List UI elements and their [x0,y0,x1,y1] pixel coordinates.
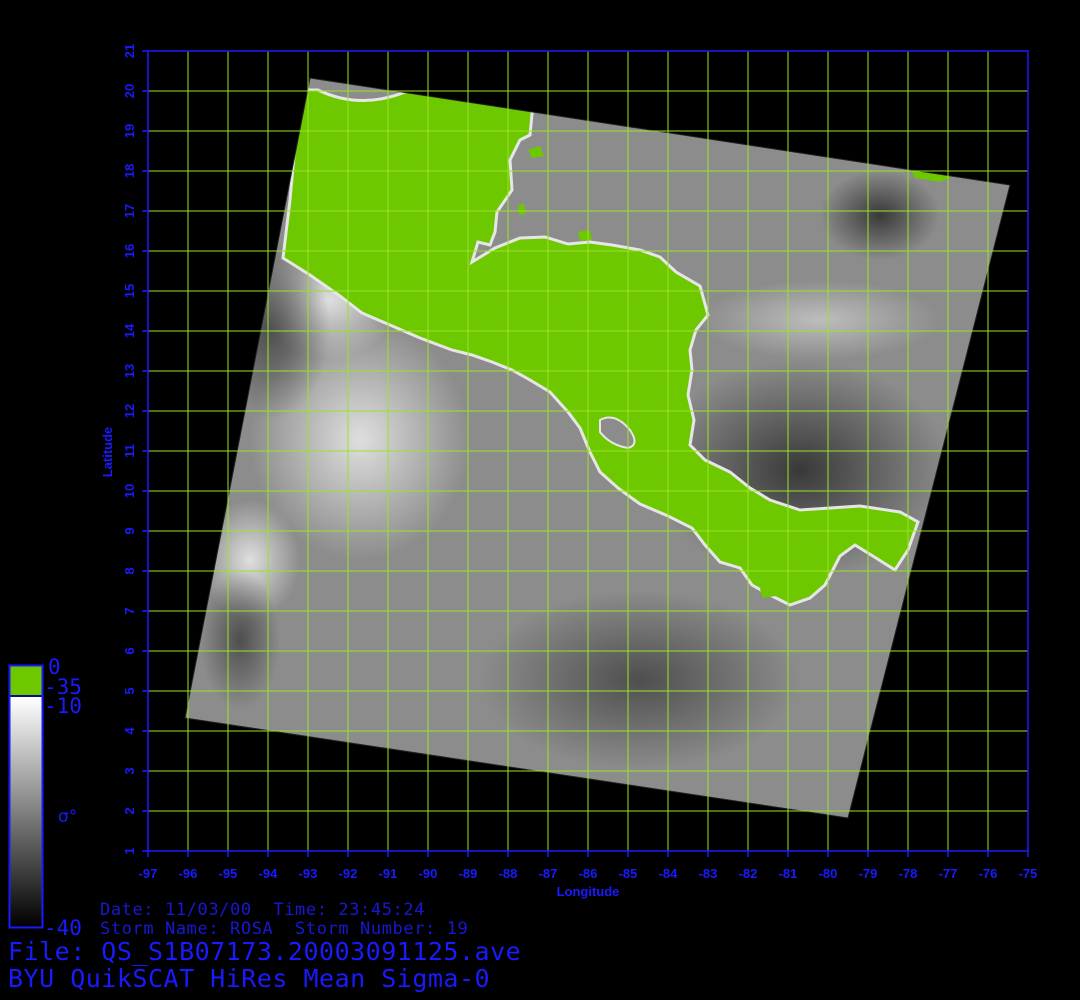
x-tick-label: -88 [499,866,518,881]
colorbar-land-segment [10,666,42,695]
y-axis-label: Latitude [100,427,115,478]
y-tick-label: 8 [122,567,137,574]
date-time-line: Date: 11/03/00 Time: 23:45:24 [100,900,426,920]
y-tick-label: 9 [122,527,137,534]
x-tick-label: -95 [219,866,238,881]
x-tick-label: -75 [1019,866,1038,881]
y-tick-label: 3 [122,767,137,774]
dark-calm-region [820,170,940,260]
y-tick-label: 21 [122,44,137,58]
x-axis-label: Longitude [557,884,620,899]
y-tick-label: 19 [122,124,137,138]
x-tick-label: -93 [299,866,318,881]
x-tick-label: -85 [619,866,638,881]
lat-lon-grid [147,50,1029,852]
storm-info-line: Storm Name: ROSA Storm Number: 19 [100,919,469,939]
x-tick-label: -87 [539,866,558,881]
y-tick-label: 17 [122,204,137,218]
x-tick-label: -81 [779,866,798,881]
x-tick-label: -90 [419,866,438,881]
x-tick-label: -82 [739,866,758,881]
y-tick-label: 4 [122,727,137,735]
y-tick-label: 14 [122,323,137,338]
x-tick-label: -79 [859,866,878,881]
x-tick-label: -80 [819,866,838,881]
y-tick-label: 20 [122,84,137,98]
x-tick-label: -92 [339,866,358,881]
y-tick-label: 16 [122,244,137,258]
x-tick-label: -83 [699,866,718,881]
y-tick-label: 10 [122,484,137,498]
y-tick-label: 15 [122,284,137,298]
y-tick-label: 1 [122,847,137,854]
y-tick-label: 7 [122,607,137,614]
x-tick-label: -84 [659,866,679,881]
y-tick-label: 13 [122,364,137,378]
colorbar-symbol: σ° [58,807,77,827]
x-tick-label: -94 [259,866,279,881]
file-name-line: File: QS_S1B07173.20003091125.ave [8,937,522,966]
colorbar: 0 -35 -10 -40 σ° [8,655,82,940]
y-tick-label: 11 [122,444,137,458]
x-tick-label: -86 [579,866,598,881]
swath-image [184,77,1011,819]
dark-calm-region [480,590,800,770]
y-tick-label: 5 [122,687,137,694]
sigma0-map: -97 -96 -95 -94 -93 -92 -91 -90 -89 -88 -87 -86 -85 -… [8,44,1038,940]
x-tick-label: -91 [379,866,398,881]
x-tick-label: -76 [979,866,998,881]
colorbar-label-max: -10 [44,694,82,718]
x-tick-label: -89 [459,866,478,881]
y-tick-label: 6 [122,647,137,654]
x-tick-label: -97 [139,866,158,881]
bright-wind-region [700,280,940,360]
colorbar-gray-ramp [10,697,42,927]
y-tick-label: 2 [122,807,137,814]
x-tick-label: -96 [179,866,198,881]
y-tick-label: 18 [122,164,137,178]
y-tick-label: 12 [122,404,137,418]
x-tick-label: -78 [899,866,918,881]
x-tick-label: -77 [939,866,958,881]
product-title-line: BYU QuikSCAT HiRes Mean Sigma-0 [8,964,491,993]
